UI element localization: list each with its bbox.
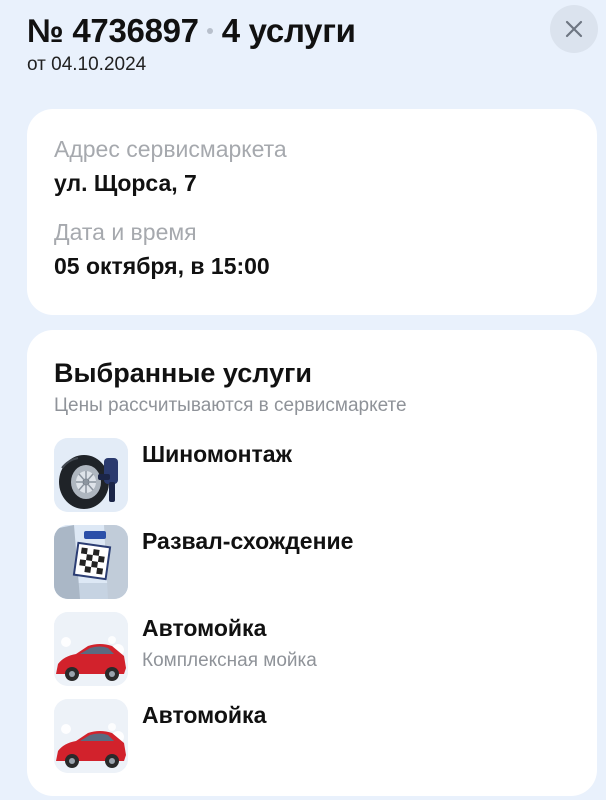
service-item-tire-fitting[interactable]: Шиномонтаж	[54, 438, 570, 512]
tire-fitting-image	[54, 438, 128, 512]
order-header: № 4736897 4 услуги от 04.10.2024	[27, 12, 547, 76]
services-title: Выбранные услуги	[54, 358, 312, 388]
address-value: ул. Щорса, 7	[54, 170, 197, 196]
service-text: Автомойка	[142, 699, 266, 729]
service-name: Шиномонтаж	[142, 441, 292, 467]
order-details-screen: № 4736897 4 услуги от 04.10.2024 Адрес с…	[0, 0, 606, 800]
service-text: Шиномонтаж	[142, 438, 292, 468]
service-name: Автомойка	[142, 702, 267, 728]
title-separator-dot	[206, 28, 213, 34]
services-subtitle: Цены рассчитываются в сервисмаркете	[54, 395, 407, 416]
service-item-wheel-alignment[interactable]: Развал-схождение	[54, 525, 570, 599]
services-count: 4 услуги	[221, 12, 356, 49]
address-label: Адрес сервисмаркета	[54, 136, 287, 162]
service-list: Шиномонтаж Развал-схождение Автомойка Ко…	[54, 438, 570, 773]
order-title: № 4736897 4 услуги	[27, 12, 547, 50]
service-name: Автомойка	[142, 615, 267, 641]
selected-services-card: Выбранные услуги Цены рассчитываются в с…	[27, 330, 597, 796]
address-block: Адрес сервисмаркета ул. Щорса, 7	[54, 136, 570, 197]
car-wash-image	[54, 612, 128, 686]
close-button[interactable]	[550, 5, 598, 53]
service-item-car-wash[interactable]: Автомойка	[54, 699, 570, 773]
car-wash-image	[54, 699, 128, 773]
service-item-car-wash-complex[interactable]: Автомойка Комплексная мойка	[54, 612, 570, 686]
wheel-alignment-image	[54, 525, 128, 599]
datetime-label: Дата и время	[54, 219, 197, 245]
service-subtitle: Комплексная мойка	[142, 650, 317, 671]
order-number: № 4736897	[27, 12, 199, 49]
close-icon	[565, 20, 583, 38]
datetime-value: 05 октября, в 15:00	[54, 253, 270, 279]
service-text: Развал-схождение	[142, 525, 353, 555]
order-date: от 04.10.2024	[27, 54, 147, 75]
order-info-card: Адрес сервисмаркета ул. Щорса, 7 Дата и …	[27, 109, 597, 315]
service-text: Автомойка Комплексная мойка	[142, 612, 317, 672]
service-name: Развал-схождение	[142, 528, 354, 554]
datetime-block: Дата и время 05 октября, в 15:00	[54, 219, 570, 280]
